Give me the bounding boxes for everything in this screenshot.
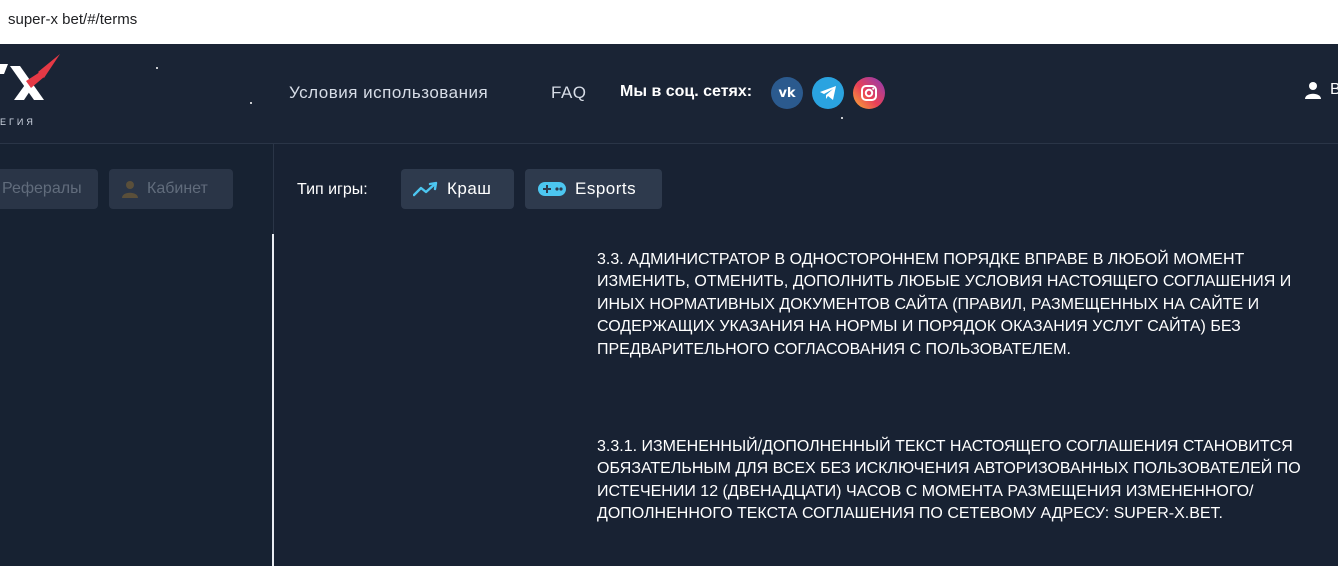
star-decoration (156, 67, 158, 69)
nav-faq-link[interactable]: FAQ (551, 83, 587, 103)
gamepad-icon (538, 182, 566, 196)
user-icon (122, 181, 138, 198)
address-bar[interactable]: super-x bet/#/terms (0, 0, 1338, 45)
login-label: В (1330, 81, 1338, 98)
instagram-camera-icon (861, 85, 877, 101)
login-button[interactable]: В (1304, 81, 1338, 99)
telegram-plane-icon (820, 86, 836, 100)
user-icon (1305, 82, 1321, 99)
trend-icon (413, 181, 438, 197)
telegram-icon[interactable] (812, 77, 844, 109)
site-header: ЕГИЯ Условия использования FAQ Мы в соц.… (0, 44, 1338, 144)
nav-terms-link[interactable]: Условия использования (289, 83, 488, 103)
cabinet-label: Кабинет (147, 180, 208, 197)
vk-icon[interactable]: vk (771, 77, 803, 109)
sidebar-divider-top (273, 144, 274, 234)
referrals-button[interactable]: Рефералы (0, 169, 98, 209)
cabinet-button[interactable]: Кабинет (109, 169, 233, 209)
site-logo[interactable]: ЕГИЯ (0, 44, 70, 143)
terms-paragraph: 3.3. АДМИНИСТРАТОР В ОДНОСТОРОННЕМ ПОРЯД… (597, 251, 1292, 358)
social-label: Мы в соц. сетях: (620, 83, 753, 100)
referrals-label: Рефералы (2, 180, 82, 197)
crash-game-button[interactable]: Краш (401, 169, 514, 209)
star-decoration (250, 102, 252, 104)
instagram-icon[interactable] (853, 77, 885, 109)
star-decoration (841, 117, 843, 119)
esports-game-button[interactable]: Esports (525, 169, 662, 209)
terms-paragraph: 3.3.1. ИЗМЕНЕННЫЙ/ДОПОЛНЕННЫЙ ТЕКСТ НАСТ… (597, 438, 1301, 523)
esports-label: Esports (575, 179, 637, 198)
sidebar-divider (272, 234, 274, 566)
logo-x-icon (0, 54, 60, 100)
logo-subtitle: ЕГИЯ (0, 117, 36, 127)
crash-label: Краш (447, 179, 492, 198)
game-type-label: Тип игры: (297, 181, 368, 198)
url-text[interactable]: super-x bet/#/terms (8, 11, 137, 28)
vk-logo-text: vk (778, 85, 796, 101)
